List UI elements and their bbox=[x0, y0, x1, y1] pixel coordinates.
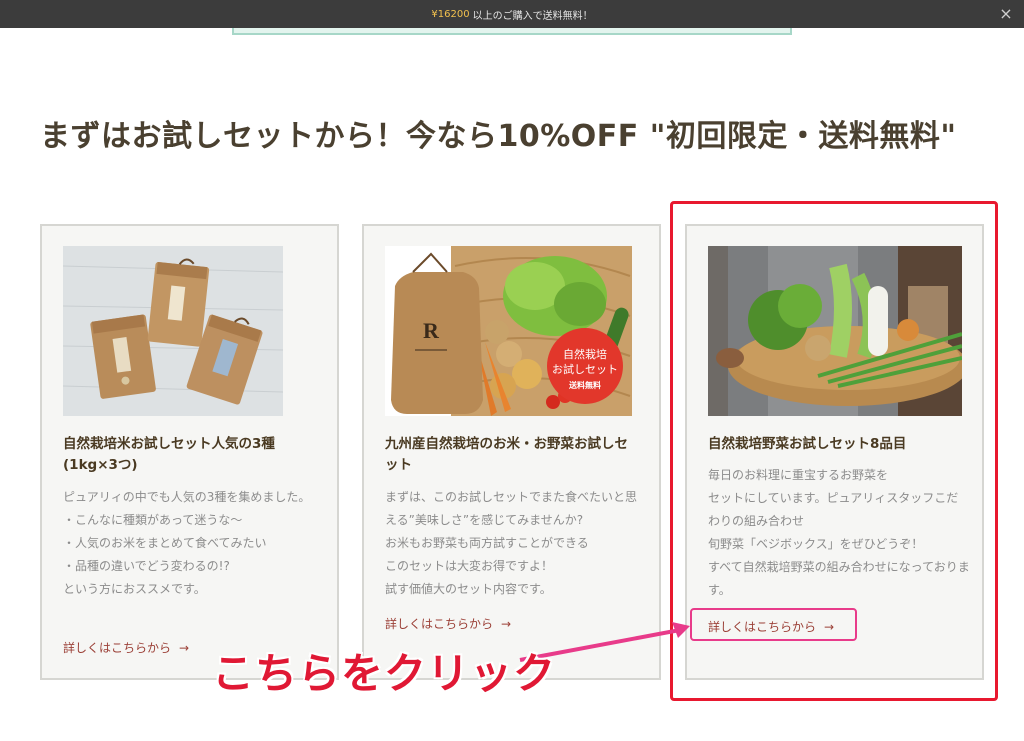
details-link-label: 詳しくはこちらから bbox=[708, 620, 817, 634]
details-link-label: 詳しくはこちらから bbox=[63, 641, 172, 655]
product-title[interactable]: 自然栽培米お試しセット人気の3種(1kg×3つ) bbox=[63, 434, 319, 476]
description-line: すべて自然栽培野菜の組み合わせになっております。 bbox=[708, 560, 970, 597]
section-title: まずはお試しセットから！今なら10%OFF "初回限定・送料無料" bbox=[40, 119, 957, 154]
description-line: 毎日のお料理に重宝するお野菜を bbox=[708, 468, 889, 482]
banner-bottom-edge bbox=[232, 28, 792, 35]
details-link[interactable]: 詳しくはこちらから → bbox=[708, 618, 834, 635]
badge-line: 自然栽培 bbox=[563, 347, 607, 361]
description-line: 試す価値大のセット内容です。 bbox=[385, 582, 552, 596]
details-link[interactable]: 詳しくはこちらから → bbox=[63, 639, 189, 656]
svg-text:R: R bbox=[423, 318, 440, 343]
rice-bags-image[interactable] bbox=[63, 246, 283, 416]
vegetable-basket-image[interactable] bbox=[708, 246, 962, 416]
rice-and-vegetables-image[interactable]: 自然栽培 お試しセット 送料無料 R bbox=[385, 246, 632, 416]
badge-line: お試しセット bbox=[552, 362, 618, 376]
description-line: 旬野菜「ベジボックス」をぜひどうぞ！ bbox=[708, 537, 924, 551]
free-shipping-notice-bar: ¥16200 以上のご購入で送料無料！ × bbox=[0, 0, 1024, 28]
description-line: ・品種の違いでどう変わるの!? bbox=[63, 559, 230, 573]
product-card-vegetable-set: 自然栽培野菜お試しセット8品目 毎日のお料理に重宝するお野菜を セットにしていま… bbox=[685, 224, 984, 680]
description-line: まずは、このお試しセットでまた食べたいと思える”美味しさ”を感じてみませんか? bbox=[385, 490, 638, 527]
description-line: このセットは大変お得ですよ！ bbox=[385, 559, 554, 573]
description-line: ・人気のお米をまとめて食べてみたい bbox=[63, 536, 267, 550]
description-line: ピュアリィの中でも人気の3種を集めました。 bbox=[63, 490, 311, 504]
close-icon[interactable]: × bbox=[998, 6, 1014, 22]
description-line: セットにしています。ピュアリィスタッフこだわりの組み合わせ bbox=[708, 491, 959, 528]
product-description: 毎日のお料理に重宝するお野菜を セットにしています。ピュアリィスタッフこだわりの… bbox=[708, 464, 970, 602]
product-card-rice-vegetable-set: 自然栽培 お試しセット 送料無料 R 九州産自然栽培のお米・お野菜お試しセット … bbox=[362, 224, 661, 680]
product-title[interactable]: 自然栽培野菜お試しセット8品目 bbox=[708, 434, 964, 455]
free-shipping-message: 以上のご購入で送料無料！ bbox=[472, 10, 593, 22]
product-card-rice-set: 自然栽培米お試しセット人気の3種(1kg×3つ) ピュアリィの中でも人気の3種を… bbox=[40, 224, 339, 680]
details-link[interactable]: 詳しくはこちらから → bbox=[385, 615, 511, 632]
details-link-label: 詳しくはこちらから bbox=[385, 617, 494, 631]
description-line: ・こんなに種類があって迷うな〜 bbox=[63, 513, 243, 527]
description-line: という方におススメです。 bbox=[63, 582, 206, 596]
product-description: ピュアリィの中でも人気の3種を集めました。 ・こんなに種類があって迷うな〜 ・人… bbox=[63, 486, 325, 601]
free-shipping-amount: ¥16200 bbox=[431, 8, 470, 20]
product-title[interactable]: 九州産自然栽培のお米・お野菜お試しセット bbox=[385, 434, 641, 476]
arrow-right-icon: → bbox=[501, 617, 512, 631]
arrow-right-icon: → bbox=[179, 641, 190, 655]
arrow-right-icon: → bbox=[824, 620, 835, 634]
click-here-callout: こちらをクリック bbox=[212, 649, 557, 698]
badge-line: 送料無料 bbox=[568, 380, 601, 390]
description-line: お米もお野菜も両方試すことができる bbox=[385, 536, 589, 550]
product-description: まずは、このお試しセットでまた食べたいと思える”美味しさ”を感じてみませんか? … bbox=[385, 486, 647, 601]
